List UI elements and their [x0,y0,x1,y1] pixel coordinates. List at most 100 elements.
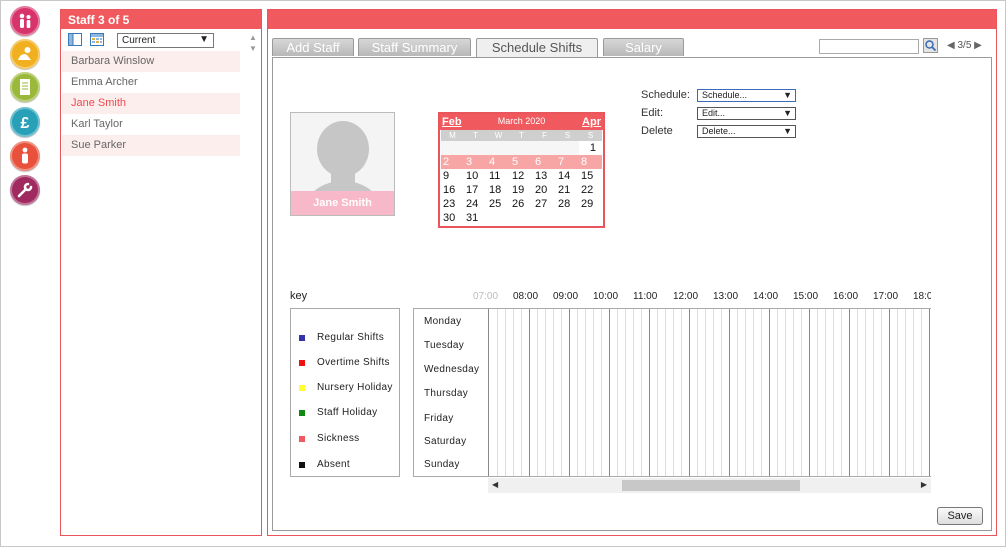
calendar-day[interactable]: 3 [464,155,487,169]
timeline-hour-label: 17:00 [873,291,899,302]
timeline-gridline [729,309,730,476]
calendar-day[interactable]: 1 [579,141,602,155]
staff-icon[interactable] [10,141,40,171]
timeline-day-label: Wednesday [424,364,480,375]
grid-view-icon[interactable] [90,33,104,46]
scroll-thumb[interactable] [622,480,800,491]
timeline-gridline [897,309,898,476]
timeline-hour-label: 11:00 [633,291,658,302]
key-title: key [290,290,308,302]
calendar-day[interactable]: 8 [579,155,602,169]
list-scroll[interactable]: ▲ ▼ [248,32,258,54]
timeline-columns[interactable] [488,309,932,476]
document-icon[interactable] [10,72,40,102]
chevron-down-icon: ▼ [783,90,792,100]
calendar-day [533,141,556,155]
timeline-gridline [905,309,906,476]
calendar-next-month[interactable]: Apr [582,116,601,128]
calendar-day[interactable]: 17 [464,183,487,197]
calendar-day[interactable]: 26 [510,197,533,211]
calendar-day[interactable]: 18 [487,183,510,197]
timeline-gridline [721,309,722,476]
calendar-day[interactable]: 27 [533,197,556,211]
timeline-gridline [513,309,514,476]
next-arrow-icon[interactable]: ▶ [974,40,982,51]
pound-icon[interactable]: £ [10,107,40,137]
timeline-hour-label: 15:00 [793,291,819,302]
key-item: Nursery Holiday [299,382,393,393]
calendar-day[interactable]: 20 [533,183,556,197]
staff-list-item[interactable]: Karl Taylor [62,114,240,135]
timeline-grid: Monday Tuesday Wednesday Thursday Friday Satu… [413,308,931,477]
calendar-day[interactable]: 23 [441,197,464,211]
staff-filter-select[interactable]: Current ▼ [117,33,214,48]
calendar-day[interactable]: 9 [441,169,464,183]
calendar-day[interactable]: 29 [579,197,602,211]
calendar-day[interactable]: 10 [464,169,487,183]
staff-list-item[interactable]: Barbara Winslow [62,51,240,72]
edit-select[interactable]: Edit... ▼ [697,107,796,120]
tab-add-staff[interactable]: Add Staff [272,38,354,56]
timeline-gridline [569,309,570,476]
calendar-day[interactable]: 7 [556,155,579,169]
scroll-down-icon[interactable]: ▼ [248,43,258,54]
timeline-gridline [633,309,634,476]
calendar-day[interactable]: 13 [533,169,556,183]
calendar-header: Feb March 2020 Apr [440,114,603,130]
scroll-right-icon[interactable]: ▶ [921,480,927,489]
wrench-icon[interactable] [10,175,40,205]
scroll-left-icon[interactable]: ◀ [492,480,498,489]
staff-filter-value: Current [122,35,156,46]
calendar-day[interactable]: 15 [579,169,602,183]
calendar-day [579,211,602,225]
calendar-day[interactable]: 16 [441,183,464,197]
calendar-day[interactable]: 11 [487,169,510,183]
staff-list-item[interactable]: Sue Parker [62,135,240,156]
calendar-day[interactable]: 31 [464,211,487,225]
key-item: Overtime Shifts [299,357,390,368]
calendar-day[interactable]: 4 [487,155,510,169]
calendar-day[interactable]: 12 [510,169,533,183]
staff-list: Barbara Winslow Emma Archer Jane Smith Karl… [61,51,261,156]
tab-staff-summary[interactable]: Staff Summary [358,38,471,56]
delete-select[interactable]: Delete... ▼ [697,125,796,138]
calendar-day[interactable]: 25 [487,197,510,211]
calendar-day[interactable]: 21 [556,183,579,197]
calendar-day[interactable]: 28 [556,197,579,211]
calendar-day[interactable]: 14 [556,169,579,183]
key-swatch [299,385,305,391]
search-icon [925,40,937,52]
chevron-down-icon: ▼ [199,34,209,45]
key-item: Sickness [299,433,359,444]
staff-list-item[interactable]: Emma Archer [62,72,240,93]
save-button[interactable]: Save [937,507,983,525]
calendar-title: March 2020 [497,116,546,126]
key-label: Sickness [317,433,360,444]
timeline-gridline [689,309,690,476]
calendar-day[interactable]: 2 [441,155,464,169]
calendar-day[interactable]: 19 [510,183,533,197]
schedule-select[interactable]: Schedule... ▼ [697,89,796,102]
family-icon[interactable] [10,6,40,36]
staff-list-item[interactable]: Jane Smith [62,93,240,114]
key-item: Staff Holiday [299,407,377,418]
scroll-up-icon[interactable]: ▲ [248,32,258,43]
calendar-day[interactable]: 6 [533,155,556,169]
search-button[interactable] [923,38,938,53]
child-icon[interactable] [10,39,40,69]
calendar-day[interactable]: 5 [510,155,533,169]
key-swatch [299,410,305,416]
list-view-icon[interactable] [68,33,82,46]
key-legend: Regular Shifts Overtime Shifts Nursery Hol… [290,308,400,477]
timeline-gridline [929,309,930,476]
timeline-scrollbar[interactable]: ◀ ▶ [488,478,931,493]
tab-schedule-shifts[interactable]: Schedule Shifts [476,38,598,57]
timeline-gridline [865,309,866,476]
timeline-gridline [705,309,706,476]
calendar-day[interactable]: 30 [441,211,464,225]
prev-arrow-icon[interactable]: ◀ [947,40,955,51]
calendar-day[interactable]: 24 [464,197,487,211]
tab-salary[interactable]: Salary [603,38,684,56]
calendar-day[interactable]: 22 [579,183,602,197]
search-input[interactable] [819,39,919,54]
